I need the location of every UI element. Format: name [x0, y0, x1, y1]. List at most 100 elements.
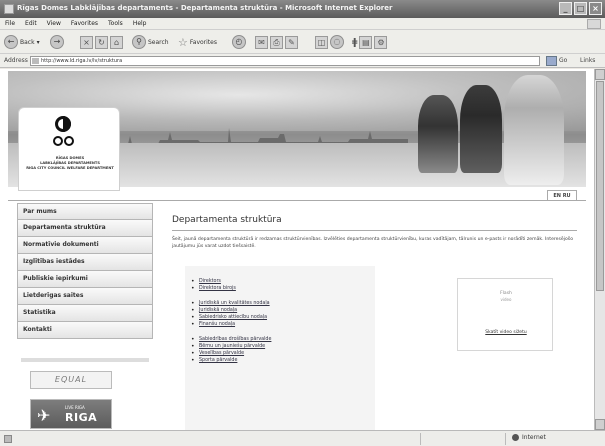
logo-emblem-icon: [55, 116, 71, 132]
logo-rings-icon: [53, 136, 87, 148]
page-title: Departamenta struktūra: [172, 215, 282, 225]
messenger-icon[interactable]: ◌: [330, 35, 344, 49]
equal-banner[interactable]: EQUAL: [30, 371, 112, 389]
scroll-down-button[interactable]: [595, 419, 605, 430]
nav-shadow: [21, 358, 149, 362]
address-input[interactable]: http://www.ld.riga.lv/lv/struktura: [30, 56, 540, 66]
structure-link[interactable]: Direktors: [185, 278, 375, 285]
status-divider: [505, 433, 506, 445]
back-dropdown-icon[interactable]: ▾: [37, 39, 40, 46]
menu-bar: File Edit View Favorites Tools Help: [0, 18, 605, 30]
scroll-up-button[interactable]: [595, 69, 605, 80]
site-logo[interactable]: RĪGAS DOMES LABKLĀJĪBAS DEPARTAMENTS RIG…: [18, 107, 120, 191]
child-photo-1: [418, 95, 458, 173]
menu-favorites[interactable]: Favorites: [71, 20, 98, 27]
live-riga-banner[interactable]: ✈ LIVE RIGA RIGA: [30, 399, 112, 429]
research-icon[interactable]: ǂ: [352, 37, 357, 48]
vertical-scrollbar[interactable]: [594, 69, 605, 430]
browser-window: Rīgas Domes Labklājības departaments - D…: [0, 0, 605, 446]
live-riga-big-text: RIGA: [65, 411, 98, 424]
windows-flag-icon: [587, 19, 601, 29]
mail-icon[interactable]: ✉: [255, 35, 268, 49]
edit-icon[interactable]: ✎: [285, 35, 298, 49]
security-zone: Internet: [512, 434, 546, 441]
structure-link[interactable]: Finanšu nodaļa: [185, 321, 375, 328]
logo-line-3: RIGA CITY COUNCIL WELFARE DEPARTMENT: [26, 166, 114, 170]
scroll-thumb[interactable]: [596, 81, 604, 291]
favorites-label[interactable]: Favorites: [190, 39, 217, 46]
structure-link[interactable]: Sabiedrības drošības pārvalde: [185, 336, 375, 343]
nav-item-saites[interactable]: Lietderīgas saites: [17, 288, 153, 305]
toolbar: ← Back ▾ → × ↻ ⌂ ⚲ Search ☆ Favorites ◴ …: [0, 30, 605, 54]
menu-file[interactable]: File: [5, 20, 15, 27]
nav-item-publiskie-iepirkumi[interactable]: Publiskie iepirkumi: [17, 271, 153, 288]
tools-icon[interactable]: ⚙: [374, 35, 388, 49]
structure-link[interactable]: Direktora birojs: [185, 285, 375, 292]
menu-view[interactable]: View: [47, 20, 61, 27]
history-icon[interactable]: ◴: [232, 35, 246, 49]
title-divider: [172, 230, 577, 231]
home-icon[interactable]: ⌂: [110, 35, 123, 49]
video-placeholder-text: Flash: [500, 291, 512, 296]
nav-item-kontakti[interactable]: Kontakti: [17, 322, 153, 339]
menu-tools[interactable]: Tools: [108, 20, 123, 27]
child-photo-2: [460, 85, 502, 173]
title-bar[interactable]: Rīgas Domes Labklājības departaments - D…: [0, 0, 605, 18]
forward-arrow-icon[interactable]: →: [50, 35, 64, 49]
structure-list-panel: Direktors Direktora birojs Juridiskā un …: [185, 266, 375, 430]
logo-line-2: LABKLĀJĪBAS DEPARTAMENTS: [40, 161, 100, 165]
nav-item-normativie-dokumenti[interactable]: Normatīvie dokumenti: [17, 237, 153, 254]
window-title: Rīgas Domes Labklājības departaments - D…: [17, 4, 393, 12]
nav-item-izglitibas-iestades[interactable]: Izglītības iestādes: [17, 254, 153, 271]
structure-group-1: Direktors Direktora birojs: [185, 278, 375, 292]
address-value: http://www.ld.riga.lv/lv/struktura: [41, 58, 123, 64]
structure-group-2: Juridiskā un kvalitātes nodaļa Juridiskā…: [185, 300, 375, 328]
print-icon[interactable]: ⎙: [270, 35, 283, 49]
page-icon: [32, 58, 39, 64]
structure-link[interactable]: Sabiedrisko attiecību nodaļa: [185, 314, 375, 321]
structure-link[interactable]: Juridiskā nodaļa: [185, 307, 375, 314]
structure-group-3: Sabiedrības drošības pārvalde Bērnu un j…: [185, 336, 375, 364]
maximize-button[interactable]: □: [574, 2, 587, 15]
address-bar: Address http://www.ld.riga.lv/lv/struktu…: [0, 54, 605, 68]
back-label[interactable]: Back: [20, 39, 35, 46]
structure-link[interactable]: Veselības pārvalde: [185, 350, 375, 357]
status-divider: [420, 433, 421, 445]
child-photo-3: [504, 75, 564, 185]
status-bar: Internet: [0, 430, 605, 446]
close-button[interactable]: ×: [589, 2, 602, 15]
live-riga-small-text: LIVE RIGA: [65, 405, 85, 410]
plane-icon: ✈: [37, 406, 51, 425]
search-icon[interactable]: ⚲: [132, 35, 146, 49]
menu-edit[interactable]: Edit: [25, 20, 37, 27]
video-placeholder-subtext: video: [500, 297, 512, 302]
minimize-button[interactable]: _: [559, 2, 572, 15]
logo-line-1: RĪGAS DOMES: [55, 156, 85, 160]
left-navigation: Par mums Departamenta struktūra Normatīv…: [17, 203, 153, 339]
structure-link[interactable]: Sporta pārvalde: [185, 357, 375, 364]
page-status-icon: [4, 435, 12, 443]
video-box: Flash video Skatīt video sižetu: [457, 278, 553, 351]
address-label: Address: [4, 57, 28, 64]
links-label[interactable]: Links: [580, 57, 595, 64]
zone-label: Internet: [522, 434, 546, 441]
structure-link[interactable]: Bērnu un jauniešu pārvalde: [185, 343, 375, 350]
nav-item-par-mums[interactable]: Par mums: [17, 203, 153, 220]
discuss-icon[interactable]: ◫: [315, 35, 328, 49]
refresh-icon[interactable]: ↻: [95, 35, 108, 49]
header-divider: [8, 200, 586, 201]
nav-item-statistika[interactable]: Statistika: [17, 305, 153, 322]
page-viewport: RĪGAS DOMES LABKLĀJĪBAS DEPARTAMENTS RIG…: [0, 69, 594, 430]
search-label[interactable]: Search: [148, 39, 169, 46]
go-arrow-icon[interactable]: [546, 56, 557, 66]
back-arrow-icon[interactable]: ←: [4, 35, 18, 49]
bookmark-icon[interactable]: ▤: [359, 35, 373, 49]
menu-help[interactable]: Help: [133, 20, 147, 27]
go-label[interactable]: Go: [559, 57, 567, 64]
video-link[interactable]: Skatīt video sižetu: [458, 330, 554, 335]
nav-item-struktura[interactable]: Departamenta struktūra: [17, 220, 153, 237]
favorites-star-icon[interactable]: ☆: [178, 36, 188, 49]
structure-link[interactable]: Juridiskā un kvalitātes nodaļa: [185, 300, 375, 307]
intro-text: Šeit, jaunā departamenta struktūrā ir re…: [172, 237, 574, 249]
stop-icon[interactable]: ×: [80, 35, 93, 49]
